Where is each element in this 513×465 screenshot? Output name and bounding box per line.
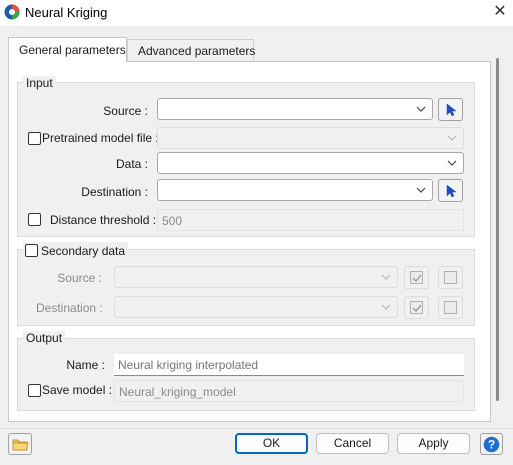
input-group-legend: Input bbox=[23, 76, 56, 90]
chevron-down-icon bbox=[416, 106, 426, 112]
pretrained-model-label: Pretrained model file : bbox=[42, 131, 159, 145]
chevron-down-icon bbox=[381, 304, 391, 310]
help-button[interactable]: ? bbox=[480, 433, 503, 455]
secondary-data-legend: Secondary data bbox=[23, 242, 129, 258]
empty-checkbox-icon bbox=[444, 301, 457, 314]
app-icon bbox=[4, 4, 20, 20]
close-icon[interactable]: ✕ bbox=[490, 2, 510, 22]
distance-threshold-field[interactable]: 500 bbox=[157, 209, 464, 231]
distance-threshold-label: Distance threshold : bbox=[50, 213, 157, 227]
secondary-destination-unchecked-button[interactable] bbox=[438, 296, 463, 319]
window-title: Neural Kriging bbox=[25, 5, 108, 20]
output-group-legend: Output bbox=[23, 331, 66, 345]
pretrained-model-checkbox[interactable] bbox=[28, 132, 41, 145]
secondary-source-checked-button[interactable] bbox=[404, 266, 429, 289]
chevron-down-icon bbox=[416, 187, 426, 193]
destination-combo[interactable] bbox=[157, 179, 433, 201]
chevron-down-icon bbox=[447, 160, 457, 166]
secondary-destination-label: Destination : bbox=[36, 301, 103, 315]
source-label: Source : bbox=[103, 104, 148, 118]
empty-checkbox-icon bbox=[444, 271, 457, 284]
footer-separator bbox=[0, 428, 513, 429]
tab-general-parameters[interactable]: General parameters bbox=[8, 37, 127, 62]
save-model-label: Save model : bbox=[42, 383, 113, 397]
svg-text:?: ? bbox=[488, 438, 495, 452]
open-folder-button[interactable] bbox=[8, 433, 32, 455]
check-icon bbox=[412, 274, 422, 283]
distance-threshold-checkbox[interactable] bbox=[28, 213, 41, 226]
secondary-data-checkbox[interactable] bbox=[25, 244, 38, 257]
ok-button[interactable]: OK bbox=[235, 433, 308, 454]
data-label: Data : bbox=[115, 157, 148, 171]
cancel-button[interactable]: Cancel bbox=[316, 433, 389, 454]
secondary-source-label: Source : bbox=[57, 271, 102, 285]
secondary-data-label: Secondary data bbox=[41, 244, 126, 258]
apply-button[interactable]: Apply bbox=[397, 433, 470, 454]
secondary-destination-checked-button[interactable] bbox=[404, 296, 429, 319]
secondary-destination-combo[interactable] bbox=[114, 296, 398, 318]
folder-icon bbox=[12, 439, 29, 451]
chevron-down-icon bbox=[447, 135, 457, 141]
tab-advanced-parameters[interactable]: Advanced parameters bbox=[127, 39, 255, 61]
destination-pick-button[interactable] bbox=[438, 179, 463, 202]
save-model-checkbox[interactable] bbox=[28, 384, 41, 397]
destination-label: Destination : bbox=[81, 185, 148, 199]
check-icon bbox=[412, 304, 422, 313]
data-combo[interactable] bbox=[157, 152, 464, 174]
chevron-down-icon bbox=[381, 274, 391, 280]
help-icon: ? bbox=[483, 436, 500, 453]
secondary-source-combo[interactable] bbox=[114, 266, 398, 288]
save-model-field[interactable]: Neural_kriging_model bbox=[114, 380, 464, 402]
name-label: Name : bbox=[66, 358, 105, 372]
pointer-icon bbox=[446, 184, 457, 198]
name-field[interactable] bbox=[114, 354, 464, 376]
scrollbar[interactable] bbox=[496, 58, 499, 401]
source-combo[interactable] bbox=[157, 98, 433, 120]
secondary-source-unchecked-button[interactable] bbox=[438, 266, 463, 289]
pretrained-model-combo[interactable] bbox=[157, 127, 464, 149]
source-pick-button[interactable] bbox=[438, 98, 463, 121]
pointer-icon bbox=[446, 103, 457, 117]
